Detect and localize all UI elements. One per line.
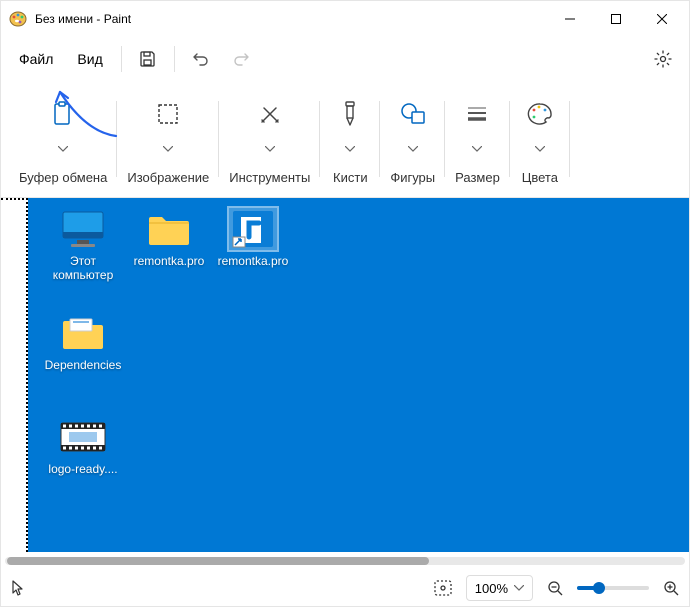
paint-app-icon [9, 10, 27, 28]
desktop-item-shortcut[interactable]: remontka.pro [212, 208, 294, 268]
group-label: Буфер обмена [19, 170, 107, 185]
palette-icon [527, 101, 553, 127]
menu-view[interactable]: Вид [67, 45, 112, 73]
slider-thumb[interactable] [593, 582, 605, 594]
chevron-down-icon [163, 141, 173, 157]
zoom-slider[interactable] [577, 586, 649, 590]
group-colors[interactable]: Цвета [510, 81, 570, 197]
video-file-icon [59, 416, 107, 458]
desktop-item-label: Этот компьютер [42, 254, 124, 282]
close-button[interactable] [639, 1, 685, 37]
settings-button[interactable] [645, 41, 681, 77]
divider [174, 46, 175, 72]
desktop-item-label: remontka.pro [218, 254, 289, 268]
scrollbar-track[interactable] [5, 557, 685, 565]
canvas-image[interactable]: Этот компьютер remontka.pro remontka.pro… [28, 198, 689, 552]
shortcut-icon [229, 208, 277, 250]
chevron-down-icon [472, 141, 482, 157]
size-icon [466, 101, 488, 127]
clipboard-icon [51, 101, 75, 127]
redo-button[interactable] [223, 41, 259, 77]
zoom-value: 100% [475, 581, 508, 596]
chevron-down-icon [514, 585, 524, 591]
folder-icon [145, 208, 193, 250]
desktop-item-thispc[interactable]: Этот компьютер [42, 208, 124, 282]
undo-button[interactable] [183, 41, 219, 77]
window-title: Без имени - Paint [35, 12, 547, 26]
brush-icon [340, 101, 360, 127]
group-image[interactable]: Изображение [117, 81, 219, 197]
canvas-viewport[interactable]: Этот компьютер remontka.pro remontka.pro… [1, 198, 689, 552]
cursor-icon [11, 580, 25, 596]
zoom-dropdown[interactable]: 100% [466, 575, 533, 601]
group-clipboard[interactable]: Буфер обмена [9, 81, 117, 197]
group-label: Кисти [333, 170, 368, 185]
group-tools[interactable]: Инструменты [219, 81, 320, 197]
group-brushes[interactable]: Кисти [320, 81, 380, 197]
selection-icon [157, 101, 179, 127]
chevron-down-icon [535, 141, 545, 157]
desktop-item-video[interactable]: logo-ready.... [42, 416, 124, 476]
desktop-item-label: remontka.pro [134, 254, 205, 268]
minimize-button[interactable] [547, 1, 593, 37]
save-button[interactable] [130, 41, 166, 77]
maximize-button[interactable] [593, 1, 639, 37]
horizontal-scrollbar[interactable] [1, 552, 689, 570]
folder-open-icon [59, 312, 107, 354]
chevron-down-icon [408, 141, 418, 157]
divider [121, 46, 122, 72]
desktop-item-label: Dependencies [45, 358, 122, 372]
group-label: Изображение [127, 170, 209, 185]
group-size[interactable]: Размер [445, 81, 510, 197]
group-label: Фигуры [390, 170, 435, 185]
zoom-in-button[interactable] [663, 580, 679, 596]
zoom-out-button[interactable] [547, 580, 563, 596]
chevron-down-icon [58, 141, 68, 157]
desktop-item-label: logo-ready.... [48, 462, 117, 476]
group-label: Инструменты [229, 170, 310, 185]
scrollbar-thumb[interactable] [7, 557, 429, 565]
desktop-item-folder[interactable]: remontka.pro [128, 208, 210, 268]
group-label: Размер [455, 170, 500, 185]
group-shapes[interactable]: Фигуры [380, 81, 445, 197]
menu-file[interactable]: Файл [9, 45, 63, 73]
chevron-down-icon [345, 141, 355, 157]
desktop-item-deps[interactable]: Dependencies [42, 312, 124, 372]
ruler-vertical [1, 198, 28, 552]
shapes-icon [400, 101, 426, 127]
group-label: Цвета [522, 170, 558, 185]
monitor-icon [59, 208, 107, 250]
chevron-down-icon [265, 141, 275, 157]
fit-screen-button[interactable] [434, 580, 452, 596]
tools-icon [258, 101, 282, 127]
